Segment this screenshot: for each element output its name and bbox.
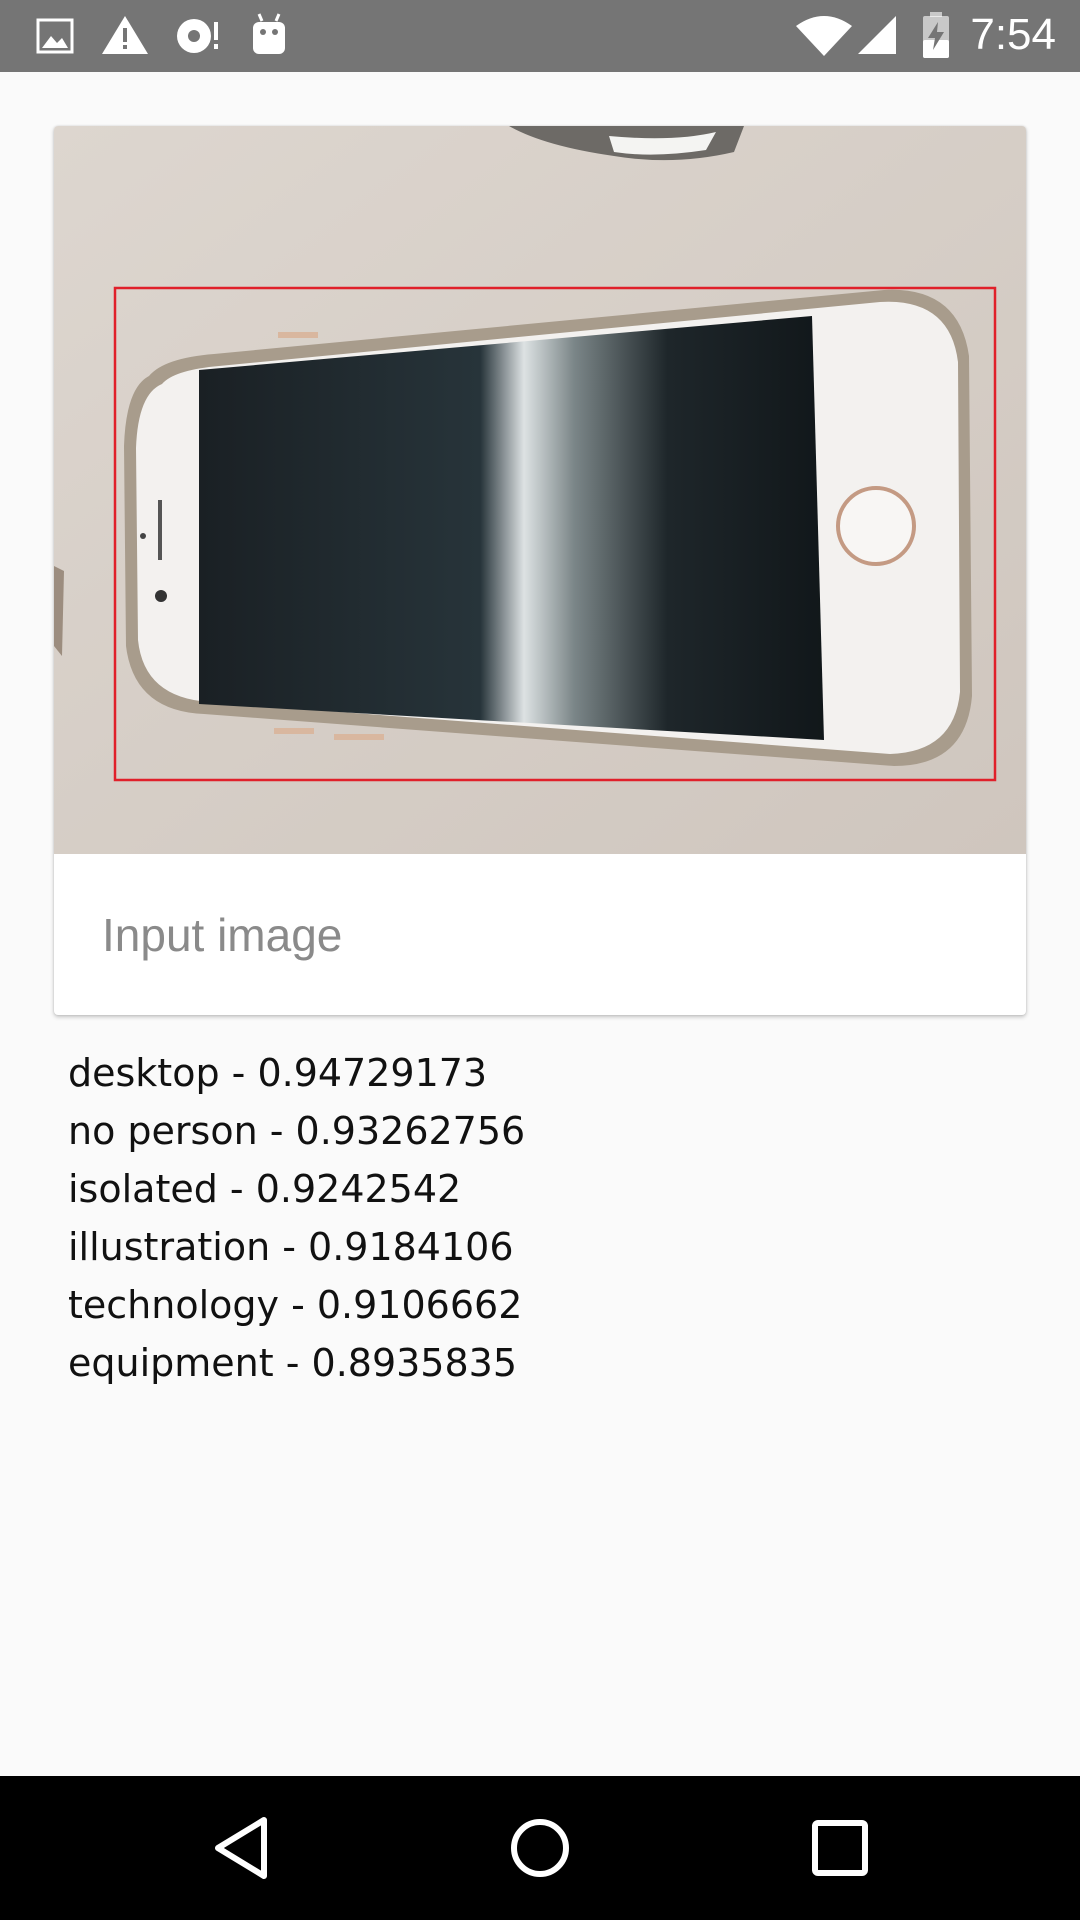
list-item: technology - 0.9106662 (68, 1283, 523, 1327)
cell-signal-icon (858, 16, 896, 54)
caption: Input image (102, 909, 343, 961)
list-item: equipment - 0.8935835 (68, 1341, 518, 1385)
image-icon (36, 18, 74, 54)
home-icon[interactable] (504, 1812, 576, 1884)
sync-disc-icon (177, 19, 218, 53)
list-item: isolated - 0.9242542 (68, 1167, 462, 1211)
wifi-icon (796, 16, 852, 56)
battery-charging-icon (923, 12, 949, 58)
input-photo[interactable] (54, 126, 1026, 854)
clock: 7:54 (970, 10, 1056, 59)
input-image-card: Input image (54, 126, 1026, 1015)
status-bar: 7:54 (0, 0, 1080, 72)
list-item: illustration - 0.9184106 (68, 1225, 514, 1269)
android-icon (253, 13, 285, 54)
recents-icon[interactable] (804, 1812, 876, 1884)
list-item: no person - 0.93262756 (68, 1109, 526, 1153)
warning-icon (102, 16, 148, 54)
navigation-bar (0, 1776, 1080, 1920)
back-icon[interactable] (206, 1812, 278, 1884)
list-item: desktop - 0.94729173 (68, 1051, 488, 1095)
results-list: desktop - 0.94729173 no person - 0.93262… (68, 1044, 968, 1392)
